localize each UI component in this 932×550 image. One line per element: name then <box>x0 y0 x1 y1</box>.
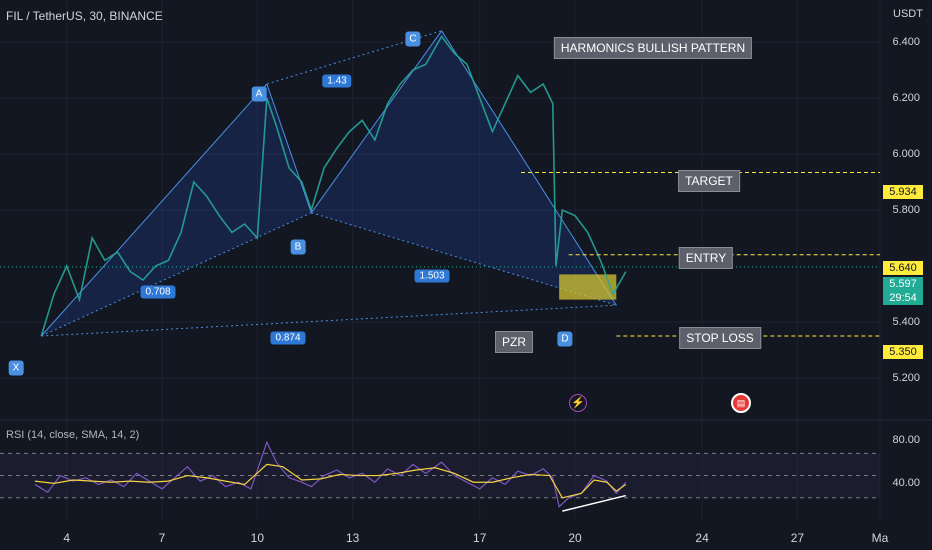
lightning-icon[interactable]: ⚡ <box>569 394 587 412</box>
price-tick-label: 6.400 <box>892 36 920 48</box>
stop-price-tag: 5.350 <box>883 345 923 359</box>
currency-label: USDT <box>893 8 923 20</box>
pattern-bcd-fill <box>311 30 617 306</box>
time-tick-label: 10 <box>250 531 265 545</box>
point-b-label: B <box>290 239 306 255</box>
price-tick-label: 6.000 <box>892 148 920 160</box>
price-tick-label: 5.800 <box>892 204 920 216</box>
time-tick-label: Ma <box>871 531 889 545</box>
price-tick-label: 5.400 <box>892 316 920 328</box>
price-tick-label: 5.200 <box>892 372 920 384</box>
time-tick-label: 4 <box>63 531 71 545</box>
point-c-label: C <box>405 31 421 47</box>
rsi-tick-40: 40.00 <box>892 477 920 489</box>
ratio-xb: 0.708 <box>140 285 176 299</box>
ratio-ac: 1.43 <box>322 74 352 88</box>
point-a-label: A <box>251 86 267 102</box>
target-label: TARGET <box>678 170 740 192</box>
entry-label: ENTRY <box>678 247 734 269</box>
time-tick-label: 17 <box>473 531 487 545</box>
time-tick-label: 27 <box>790 531 805 545</box>
point-x-label: X <box>8 360 24 376</box>
current-price-tag: 5.597 <box>883 277 923 291</box>
price-tick-label: 6.200 <box>892 92 920 104</box>
target-price-tag: 5.934 <box>883 185 923 199</box>
time-tick-label: 20 <box>568 531 582 545</box>
point-d-label: D <box>557 331 573 347</box>
entry-price-tag: 5.640 <box>883 261 923 275</box>
time-tick-label: 13 <box>345 531 360 545</box>
time-tick-label: 24 <box>695 531 709 545</box>
symbol-title: FIL / TetherUS, 30, BINANCE <box>6 9 163 23</box>
stop-loss-label: STOP LOSS <box>679 327 761 349</box>
rsi-title: RSI (14, close, SMA, 14, 2) <box>6 429 140 441</box>
time-tick-label: 7 <box>158 531 166 545</box>
ratio-xd: 0.874 <box>270 331 306 345</box>
us-flag-icon[interactable]: ▤ <box>731 393 751 413</box>
ratio-bd: 1.503 <box>414 269 450 283</box>
countdown-tag: 29:54 <box>883 291 923 305</box>
pattern-title-box: HARMONICS BULLISH PATTERN <box>553 37 753 59</box>
rsi-tick-80: 80.00 <box>892 434 920 446</box>
price-chart[interactable] <box>0 0 932 550</box>
prz-label: PZR <box>495 331 533 353</box>
